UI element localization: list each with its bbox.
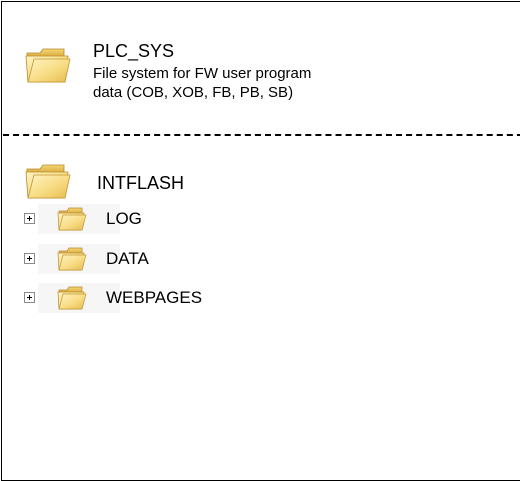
tree-item-webpages[interactable]: WEBPAGES bbox=[24, 283, 204, 313]
section-separator bbox=[3, 134, 520, 136]
tree-item-log[interactable]: LOG bbox=[24, 204, 204, 234]
plus-box-icon[interactable] bbox=[24, 253, 35, 264]
plus-box-icon[interactable] bbox=[24, 292, 35, 303]
intflash-title[interactable]: INTFLASH bbox=[97, 173, 184, 193]
folder-icon[interactable] bbox=[24, 161, 72, 201]
plc-sys-description-line1: File system for FW user program bbox=[93, 65, 312, 82]
tree-item-data[interactable]: DATA bbox=[24, 244, 204, 274]
tree-item-label: WEBPAGES bbox=[106, 288, 203, 307]
plc-sys-description-line2: data (COB, XOB, FB, PB, SB) bbox=[93, 84, 294, 101]
plus-box-icon[interactable] bbox=[24, 213, 35, 224]
tree-item-label: DATA bbox=[106, 249, 149, 268]
folder-icon bbox=[57, 207, 87, 231]
tree-item-label: LOG bbox=[106, 209, 142, 228]
folder-icon bbox=[57, 247, 87, 271]
folder-icon bbox=[57, 286, 87, 310]
plc-sys-title[interactable]: PLC_SYS bbox=[93, 41, 174, 61]
folder-icon[interactable] bbox=[24, 45, 72, 85]
